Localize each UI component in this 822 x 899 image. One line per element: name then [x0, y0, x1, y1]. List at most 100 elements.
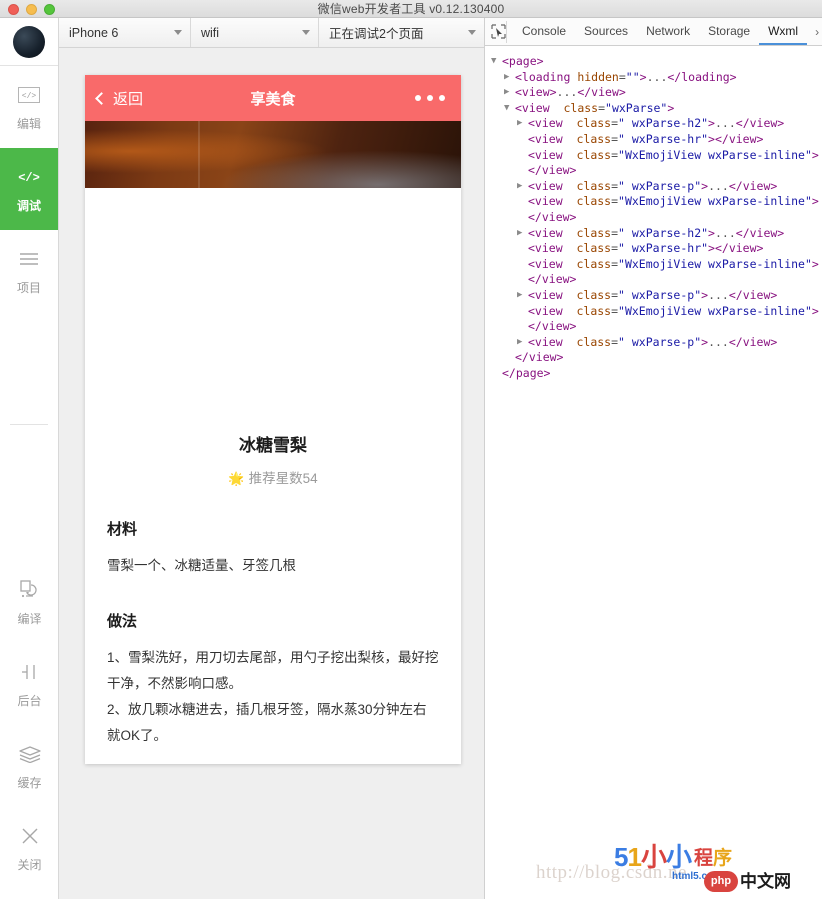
more-dots-icon[interactable] — [415, 95, 445, 101]
dom-tree-row[interactable]: </view> — [491, 163, 822, 179]
rail-bottom-group: 编译 后台 缓存 关闭 — [0, 561, 59, 889]
rail-item-close[interactable]: 关闭 — [0, 807, 59, 889]
dom-tree-row[interactable]: <view class=" wxParse-p">...</view> — [491, 179, 822, 195]
rail-item-background[interactable]: 后台 — [0, 643, 59, 725]
network-select[interactable]: wifi — [191, 18, 319, 47]
rail-item-project[interactable]: 项目 — [0, 230, 58, 312]
simulator-toolbar: iPhone 6 wifi 正在调试2个页面 — [59, 18, 484, 48]
dom-tree-row[interactable]: <view class=" wxParse-h2">...</view> — [491, 226, 822, 242]
dom-row-code: <view class="wxParse"> — [515, 100, 675, 115]
chevron-down-icon — [302, 30, 310, 35]
dom-tree-row[interactable]: </page> — [491, 366, 822, 382]
dom-tree-row[interactable]: <view class="WxEmojiView wxParse-inline"… — [491, 194, 822, 210]
watermark-chengxu-text: 程序 — [694, 849, 732, 869]
recipe-step: 2、放几颗冰糖进去，插几根牙签，隔水蒸30分钟左右就OK了。 — [107, 702, 427, 743]
rail-item-label: 调试 — [16, 198, 41, 213]
rail-item-debug[interactable]: </> 调试 — [0, 148, 58, 230]
dom-row-code: <view class="WxEmojiView wxParse-inline"… — [528, 147, 819, 162]
code-brackets-icon: </> — [17, 83, 41, 107]
tab-console[interactable]: Console — [513, 18, 575, 45]
twisty-open-icon[interactable] — [504, 101, 515, 117]
wm-char: 小 — [665, 842, 692, 872]
dom-tree-row[interactable]: </view> — [491, 210, 822, 226]
background-toggle-icon — [18, 660, 42, 684]
rail-divider — [10, 424, 48, 425]
devtools-panel: Console Sources Network Storage Wxml › <… — [484, 18, 822, 899]
dom-tree-row[interactable]: <page> — [491, 54, 822, 70]
rail-item-edit[interactable]: </> 编辑 — [0, 66, 58, 148]
twisty-closed-icon[interactable] — [504, 70, 515, 86]
twisty-closed-icon[interactable] — [517, 116, 528, 132]
dom-tree-row[interactable]: <view class="WxEmojiView wxParse-inline"… — [491, 304, 822, 320]
dom-row-code: <loading hidden="">...</loading> — [515, 69, 737, 84]
rail-item-cache[interactable]: 缓存 — [0, 725, 59, 807]
dom-row-code: <view class=" wxParse-p">...</view> — [528, 287, 778, 302]
inspect-cursor-icon[interactable] — [491, 20, 507, 43]
twisty-open-icon[interactable] — [491, 54, 502, 70]
avatar-container[interactable] — [0, 18, 58, 66]
debug-pages-select[interactable]: 正在调试2个页面 — [319, 18, 484, 47]
watermark-51-text: 51小小 — [614, 842, 692, 872]
rail-item-label: 缓存 — [17, 775, 42, 790]
dom-tree-row[interactable]: <view class=" wxParse-hr"></view> — [491, 132, 822, 148]
dom-tree-row[interactable]: <view>...</view> — [491, 85, 822, 101]
dom-row-code: </view> — [528, 163, 577, 178]
rail-item-label: 后台 — [17, 693, 42, 708]
window-titlebar: 微信web开发者工具 v0.12.130400 — [0, 0, 822, 18]
dom-tree-row[interactable]: <view class="WxEmojiView wxParse-inline"… — [491, 148, 822, 164]
section-heading-steps: 做法 — [107, 613, 138, 630]
dom-tree-row[interactable]: <view class=" wxParse-hr"></view> — [491, 241, 822, 257]
dom-tree-row[interactable]: <view class="WxEmojiView wxParse-inline"… — [491, 257, 822, 273]
wm-char: 5 — [614, 842, 629, 872]
twisty-closed-icon[interactable] — [517, 288, 528, 304]
app-window: 微信web开发者工具 v0.12.130400 </> 编辑 </> 调试 项目 — [0, 0, 822, 899]
tab-wxml[interactable]: Wxml — [759, 18, 808, 45]
wm-char: 1 — [627, 842, 642, 872]
twisty-closed-icon[interactable] — [517, 226, 528, 242]
wxml-dom-tree[interactable]: <page><loading hidden="">...</loading><v… — [485, 46, 822, 381]
dom-row-code: <view class=" wxParse-p">...</view> — [528, 334, 778, 349]
section-body-materials: 雪梨一个、冰糖适量、牙签几根 — [107, 558, 296, 573]
rail-item-label: 关闭 — [17, 857, 42, 872]
device-select-value: iPhone 6 — [69, 25, 119, 40]
app-navbar: 返回 享美食 — [85, 75, 461, 121]
wm-char: 序 — [712, 848, 732, 869]
left-rail: </> 编辑 </> 调试 项目 编译 后台 缓存 关闭 — [0, 18, 59, 899]
tab-network[interactable]: Network — [637, 18, 699, 45]
twisty-closed-icon[interactable] — [517, 179, 528, 195]
chevron-down-icon — [468, 30, 476, 35]
chevron-left-icon — [95, 91, 108, 105]
dom-row-code: <view class=" wxParse-hr"></view> — [528, 131, 764, 146]
back-button[interactable]: 返回 — [85, 88, 143, 109]
twisty-closed-icon[interactable] — [517, 335, 528, 351]
dom-tree-row[interactable]: <loading hidden="">...</loading> — [491, 70, 822, 86]
recipe-content: 冰糖雪梨 🌟 推荐星数54 材料 雪梨一个、冰糖适量、牙签几根 做法 1、雪梨洗好… — [85, 431, 461, 749]
dom-row-code: <view class=" wxParse-h2">...</view> — [528, 116, 785, 131]
wm-char: 小 — [640, 842, 667, 872]
device-select[interactable]: iPhone 6 — [59, 18, 191, 47]
tabs-overflow-icon[interactable]: › — [807, 25, 822, 39]
rail-item-label: 编译 — [17, 611, 42, 626]
list-lines-icon — [17, 247, 41, 271]
dom-tree-row[interactable]: </view> — [491, 319, 822, 335]
close-x-icon — [18, 824, 42, 848]
code-brackets-icon: </> — [17, 165, 41, 189]
dom-row-code: <page> — [502, 54, 544, 68]
dom-tree-row[interactable]: </view> — [491, 350, 822, 366]
rail-item-label: 项目 — [16, 280, 41, 295]
tab-sources[interactable]: Sources — [575, 18, 637, 45]
dom-row-code: </view> — [528, 209, 577, 224]
twisty-closed-icon[interactable] — [504, 85, 515, 101]
dom-tree-row[interactable]: </view> — [491, 272, 822, 288]
dom-row-code: <view class=" wxParse-p">...</view> — [528, 178, 778, 193]
dom-row-code: <view>...</view> — [515, 85, 626, 100]
dom-tree-row[interactable]: <view class="wxParse"> — [491, 101, 822, 117]
avatar[interactable] — [13, 25, 45, 58]
dom-tree-row[interactable]: <view class=" wxParse-h2">...</view> — [491, 116, 822, 132]
dom-tree-row[interactable]: <view class=" wxParse-p">...</view> — [491, 288, 822, 304]
dom-tree-row[interactable]: <view class=" wxParse-p">...</view> — [491, 335, 822, 351]
tab-storage[interactable]: Storage — [699, 18, 759, 45]
simulator-column: iPhone 6 wifi 正在调试2个页面 返回 享美食 冰糖雪梨 🌟 推荐星… — [59, 18, 484, 899]
rail-item-compile[interactable]: 编译 — [0, 561, 59, 643]
recipe-step: 1、雪梨洗好，用刀切去尾部，用勺子挖出梨核，最好挖干净，不然影响口感。 — [107, 650, 439, 691]
